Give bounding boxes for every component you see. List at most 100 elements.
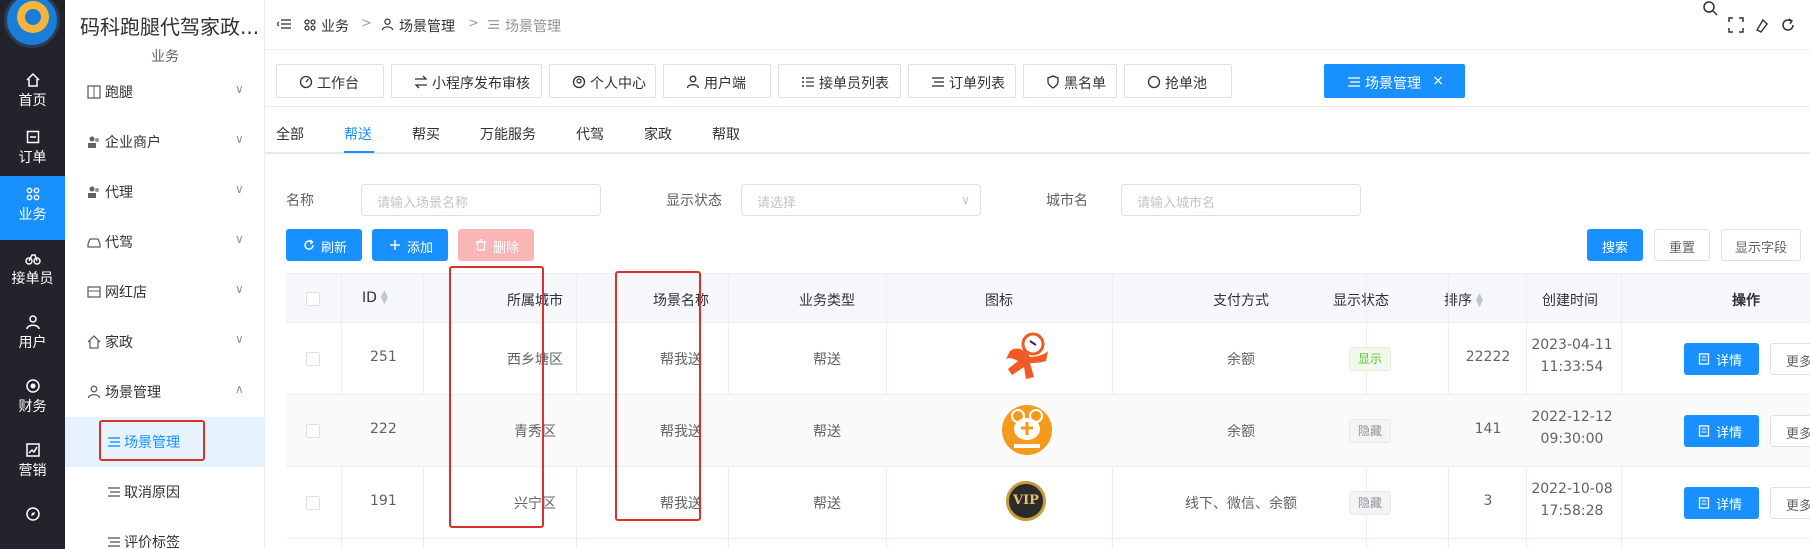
tab-pickup[interactable]: 帮取 (712, 124, 740, 144)
name-filter-input[interactable]: 请输入场景名称 (361, 184, 601, 216)
theme-icon[interactable] (1754, 17, 1770, 33)
table-row[interactable]: 251 西乡塘区 帮我送 帮送 余额 显示 22222 2023-04-11 1… (286, 323, 1810, 395)
sidebar-item-shop[interactable]: 网红店 ∨ (65, 267, 265, 317)
rail-item-home[interactable]: 首页 (0, 62, 65, 126)
app-logo[interactable] (4, 0, 60, 48)
cell-scene-name: 帮我送 (660, 496, 702, 512)
cell-city: 西乡塘区 (507, 352, 563, 368)
detail-button-label: 详情 (1716, 354, 1743, 369)
sidebar-item-label: 家政 (105, 335, 133, 351)
sidebar-item-cancel-reason[interactable]: 取消原因 (65, 467, 265, 517)
status-filter-select[interactable]: 请选择 ∨ (741, 184, 981, 216)
tab-all[interactable]: 全部 (276, 124, 304, 144)
cell-sort: 22222 (1465, 349, 1511, 365)
search-button[interactable]: 搜索 (1587, 229, 1643, 261)
tab-driver[interactable]: 代驾 (576, 124, 604, 144)
rail-item-finance[interactable]: 财务 (0, 368, 65, 432)
more-button[interactable]: 更多 (1770, 343, 1810, 375)
refresh-button[interactable]: 刷新 (286, 229, 362, 261)
column-header-sort[interactable]: 排序 ▲ ▼ (1444, 290, 1483, 310)
sidebar-item-merchant[interactable]: 企业商户 ∨ (65, 117, 265, 167)
user-outline-icon (686, 75, 700, 89)
sub-sidebar: 码科跑腿代驾家政... 业务 跑腿 ∨ 企业商户 ∨ 代理 ∨ 代驾 ∨ 网红店… (65, 0, 265, 549)
sidebar-section-title: 业务 (151, 49, 179, 65)
sort-icon[interactable]: ▲ ▼ (1476, 293, 1483, 309)
sidebar-item-scene-manage[interactable]: 场景管理 (65, 417, 265, 467)
status-select-placeholder: 请选择 (757, 196, 797, 211)
city-filter-input[interactable]: 请输入城市名 (1121, 184, 1361, 216)
tab-universal[interactable]: 万能服务 (480, 124, 536, 144)
reset-button[interactable]: 重置 (1654, 229, 1710, 261)
rail-item-order[interactable]: 订单 (0, 119, 65, 183)
fullscreen-icon[interactable] (1728, 17, 1744, 33)
location-user-icon (572, 75, 586, 89)
detail-button[interactable]: 详情 (1684, 487, 1759, 519)
sidebar-item-errand[interactable]: 跑腿 ∨ (65, 67, 265, 117)
tab-send[interactable]: 帮送 (344, 124, 372, 144)
home-icon (25, 72, 40, 87)
compass-icon (25, 507, 40, 521)
grid-icon (87, 85, 101, 99)
rail-item-more[interactable] (0, 496, 65, 549)
tag-workbench[interactable]: 工作台 (276, 64, 384, 98)
sidebar-item-scene-group[interactable]: 场景管理 ∧ (65, 367, 265, 417)
sidebar-item-agent[interactable]: 代理 ∨ (65, 167, 265, 217)
detail-button[interactable]: 详情 (1684, 343, 1759, 375)
table-row[interactable]: 191 兴宁区 帮我送 帮送 VIP 线下、微信、余额 隐藏 3 2022-10… (286, 467, 1810, 539)
tag-grab-pool[interactable]: 抢单池 (1124, 64, 1232, 98)
column-header-status: 显示状态 (1333, 293, 1389, 309)
sort-icon[interactable]: ▲ ▼ (381, 290, 388, 306)
more-button[interactable]: 更多 (1770, 487, 1810, 519)
name-filter-label: 名称 (286, 193, 314, 209)
app-root: 首页 订单 业务 接单员 用户 财务 营销 码科跑腿代驾家政... 业务 跑腿 … (0, 0, 1810, 549)
swap-icon (414, 75, 428, 89)
tag-client[interactable]: 用户端 (663, 64, 771, 98)
rail-item-business[interactable]: 业务 (0, 176, 65, 240)
sidebar-item-driver[interactable]: 代驾 ∨ (65, 217, 265, 267)
search-icon[interactable] (1702, 0, 1718, 16)
tag-scene-manage[interactable]: 场景管理 × (1324, 64, 1465, 98)
user-icon (25, 315, 40, 330)
tag-courier-list[interactable]: 接单员列表 (778, 64, 901, 98)
delete-button[interactable]: 删除 (458, 229, 534, 261)
show-fields-button[interactable]: 显示字段 (1721, 229, 1801, 261)
tag-label: 抢单池 (1165, 76, 1207, 92)
dashboard-icon (299, 75, 313, 89)
select-all-checkbox[interactable] (306, 292, 320, 306)
breadcrumb-separator: > (361, 16, 372, 31)
close-icon[interactable]: × (1432, 73, 1444, 89)
chevron-down-icon: ∨ (235, 332, 244, 346)
sidebar-item-label: 评价标签 (124, 535, 180, 549)
column-header-payment: 支付方式 (1213, 293, 1269, 309)
list-icon (487, 20, 500, 29)
tab-buy[interactable]: 帮买 (412, 124, 440, 144)
rail-item-courier[interactable]: 接单员 (0, 240, 65, 304)
user-outline-icon (87, 385, 101, 399)
cell-biz-type: 帮送 (813, 424, 841, 440)
rail-item-user[interactable]: 用户 (0, 304, 65, 368)
city-filter-label: 城市名 (1046, 193, 1088, 209)
status-badge: 显示 (1349, 347, 1392, 371)
rail-item-marketing[interactable]: 营销 (0, 432, 65, 496)
add-button[interactable]: 添加 (372, 229, 448, 261)
row-checkbox[interactable] (306, 496, 320, 510)
tag-order-list[interactable]: 订单列表 (908, 64, 1016, 98)
detail-button[interactable]: 详情 (1684, 415, 1759, 447)
tag-miniapp-review[interactable]: 小程序发布审核 (391, 64, 542, 98)
row-checkbox[interactable] (306, 424, 320, 438)
sidebar-item-review-tags[interactable]: 评价标签 (65, 517, 265, 549)
tag-profile[interactable]: 个人中心 (549, 64, 656, 98)
breadcrumb-item[interactable]: 场景管理 (399, 16, 455, 36)
row-checkbox[interactable] (306, 352, 320, 366)
sidebar-item-housekeeping[interactable]: 家政 ∨ (65, 317, 265, 367)
tab-housekeeping[interactable]: 家政 (644, 124, 672, 144)
table-row[interactable]: 222 青秀区 帮我送 帮送 余额 隐藏 141 2022-12-12 09:3… (286, 395, 1810, 467)
cell-scene-name: 帮我送 (660, 352, 702, 368)
refresh-icon[interactable] (1780, 17, 1796, 33)
more-button[interactable]: 更多 (1770, 415, 1810, 447)
scene-table: ID ▲ ▼ 所属城市 场景名称 业务类型 图标 支付方式 显示状态 排序 ▲ ▼ 创建… (286, 273, 1810, 549)
column-header-id[interactable]: ID ▲ ▼ (362, 290, 388, 307)
collapse-menu-icon[interactable] (277, 17, 291, 31)
breadcrumb-item[interactable]: 业务 (321, 16, 349, 36)
tag-blacklist[interactable]: 黑名单 (1023, 64, 1117, 98)
